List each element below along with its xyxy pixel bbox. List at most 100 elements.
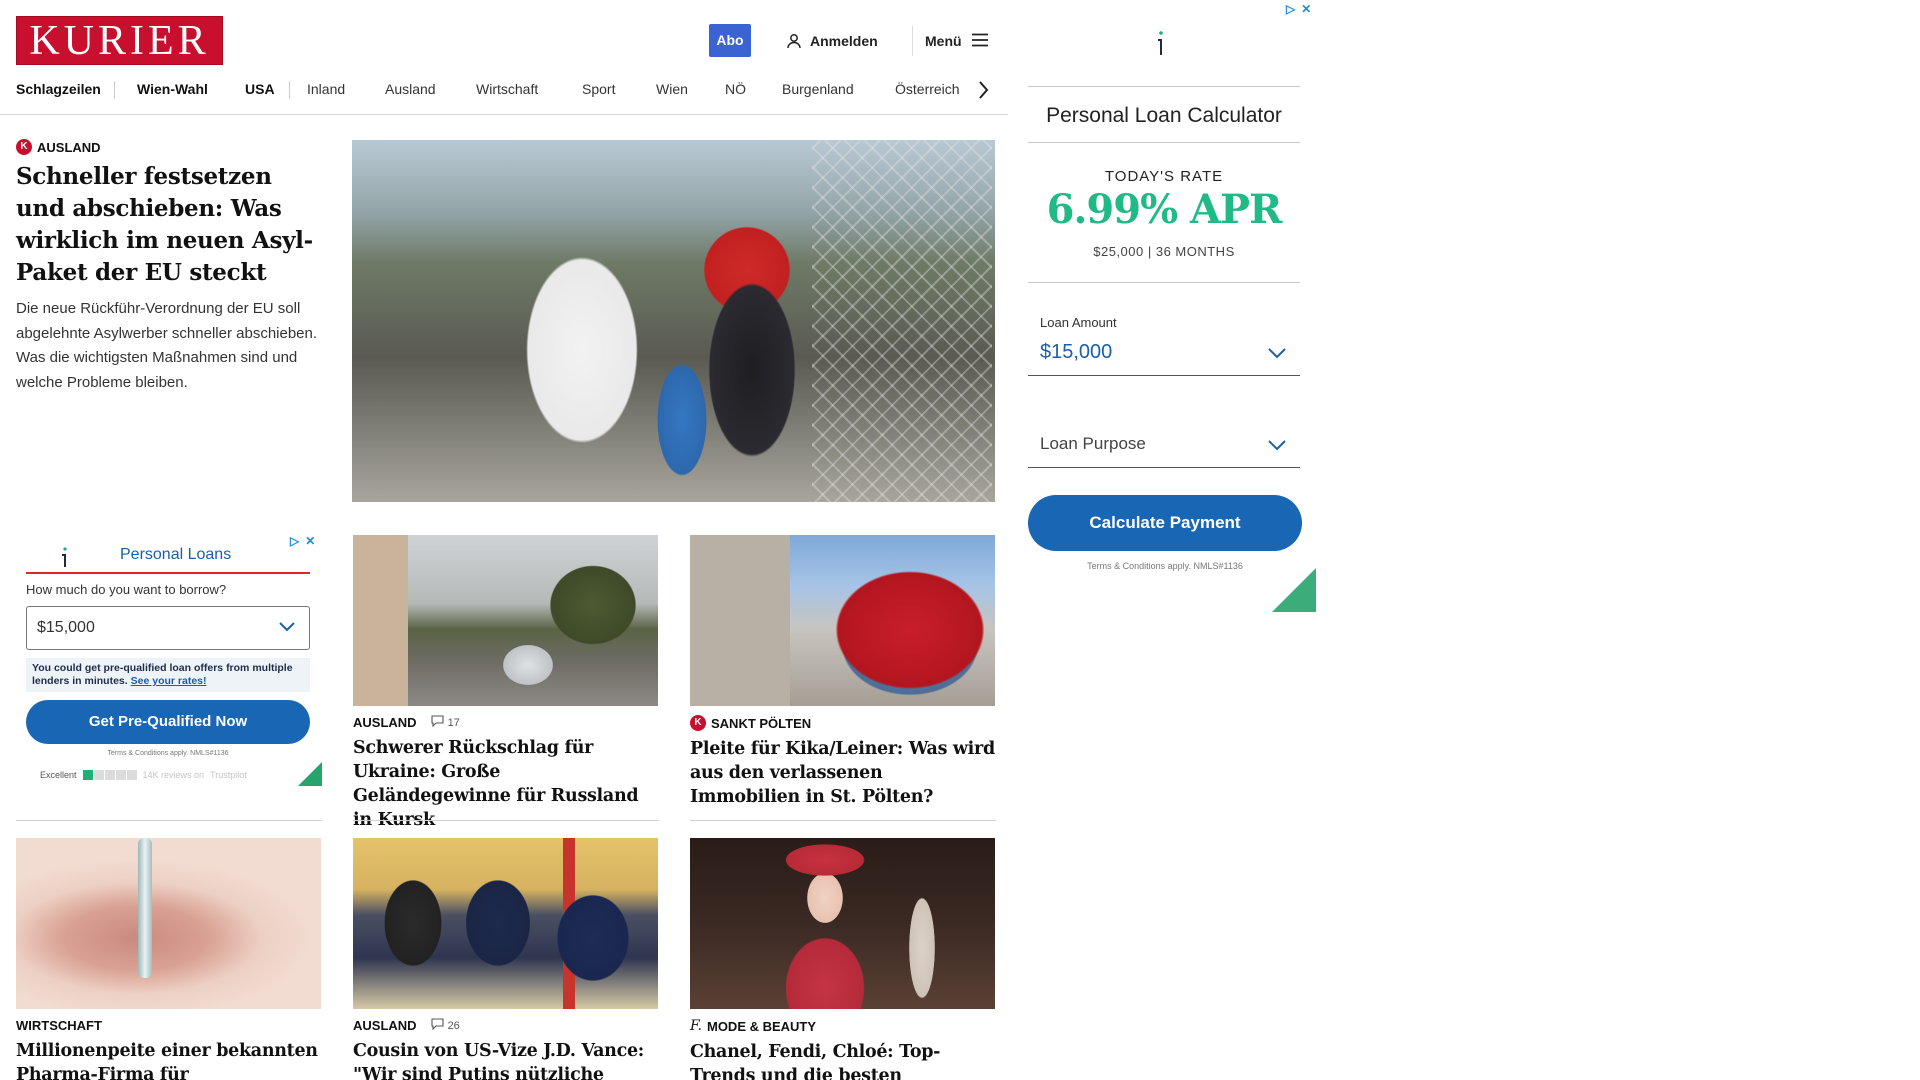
trustpilot-brand: Trustpilot	[210, 770, 247, 780]
loan-amount-label: Loan Amount	[1040, 315, 1117, 330]
article-image[interactable]	[353, 535, 658, 706]
apr-terms: $25,000 | 36 MONTHS	[1093, 244, 1235, 259]
article-card[interactable]: f. MODE & BEAUTY Chanel, Fendi, Chloé: T…	[690, 838, 995, 1080]
menu-button[interactable]: Menü	[925, 30, 988, 52]
article-section: WIRTSCHAFT	[16, 1018, 102, 1033]
comment-count[interactable]: 26	[431, 1018, 460, 1033]
kurier-badge-icon: K	[16, 139, 32, 155]
nav-item-sport[interactable]: Sport	[582, 81, 615, 97]
article-meta: K SANKT PÖLTEN	[690, 715, 995, 731]
nav-divider	[114, 81, 115, 99]
lead-section-label: AUSLAND	[37, 139, 101, 155]
rating-stars-icon	[82, 770, 137, 780]
nav-item-burgenland[interactable]: Burgenland	[782, 81, 854, 97]
ad-inline-divider	[26, 572, 310, 574]
ad-choices-icon[interactable]: ▷	[290, 534, 299, 548]
chevron-down-icon[interactable]	[1268, 346, 1286, 364]
user-icon	[786, 33, 802, 49]
ad-side-divider	[1028, 282, 1300, 283]
nav-item-wien[interactable]: Wien	[656, 81, 688, 97]
ad-inline-terms: Terms & Conditions apply. NMLS#1136	[107, 750, 229, 757]
sidebar-loan-calculator-ad[interactable]: ▷ ✕ Personal Loan Calculator TODAY'S RAT…	[1010, 0, 1316, 612]
calculate-payment-button[interactable]: Calculate Payment	[1028, 495, 1302, 551]
nav-item-oesterreich[interactable]: Österreich	[895, 81, 960, 97]
reviews-count: 14K reviews on	[142, 770, 205, 780]
loan-amount-select[interactable]: $15,000	[1040, 341, 1112, 364]
close-icon[interactable]: ✕	[305, 534, 315, 548]
lead-article[interactable]: K AUSLAND Schneller festsetzen und absch…	[16, 139, 321, 395]
get-prequalified-button[interactable]: Get Pre-Qualified Now	[26, 700, 310, 744]
comment-count-value: 26	[447, 1019, 460, 1032]
advertiser-logo-icon	[60, 546, 70, 573]
article-card[interactable]: WIRTSCHAFT Millionenpeite einer bekannte…	[16, 838, 321, 1080]
inline-loan-ad[interactable]: Personal Loans ▷ ✕ How much do you want …	[16, 528, 322, 790]
article-card[interactable]: AUSLAND 17 Schwerer Rückschlag für Ukrai…	[353, 535, 658, 832]
ad-side-title: Personal Loan Calculator	[1046, 104, 1282, 127]
ad-corner-mark	[298, 762, 322, 786]
loan-purpose-select[interactable]: Loan Purpose	[1040, 434, 1146, 454]
article-section: MODE & BEAUTY	[706, 1018, 817, 1034]
article-headline[interactable]: Schwerer Rückschlag für Ukraine: Große G…	[353, 736, 658, 832]
ad-choices-icon[interactable]: ▷	[1286, 2, 1295, 16]
site-header: KURIER Abo Anmelden Menü	[0, 0, 1010, 65]
freizeit-icon: f.	[690, 1018, 702, 1034]
nav-item-ausland[interactable]: Ausland	[385, 81, 436, 97]
article-headline[interactable]: Pleite für Kika/Leiner: Was wird aus den…	[690, 737, 995, 809]
article-section: AUSLAND	[353, 1018, 417, 1033]
card-divider	[16, 820, 322, 821]
chevron-down-icon[interactable]	[1268, 438, 1286, 456]
nav-item-wirtschaft[interactable]: Wirtschaft	[476, 81, 538, 97]
article-section-tag: f. MODE & BEAUTY	[690, 1018, 816, 1034]
article-image[interactable]	[353, 838, 658, 1009]
lead-section-tag: K AUSLAND	[16, 139, 321, 155]
article-section: AUSLAND	[353, 715, 417, 730]
nav-item-usa[interactable]: USA	[245, 81, 275, 97]
article-headline[interactable]: Cousin von US-Vize J.D. Vance: "Wir sind…	[353, 1039, 658, 1080]
article-card[interactable]: AUSLAND 26 Cousin von US-Vize J.D. Vance…	[353, 838, 658, 1080]
abo-button[interactable]: Abo	[709, 24, 751, 57]
article-section: SANKT PÖLTEN	[711, 715, 812, 731]
nav-item-schlagzeilen[interactable]: Schlagzeilen	[16, 81, 101, 97]
article-headline[interactable]: Chanel, Fendi, Chloé: Top-Trends und die…	[690, 1040, 995, 1080]
see-rates-link[interactable]: See your rates!	[131, 675, 207, 687]
comment-icon	[431, 1018, 444, 1033]
lead-teaser: Die neue Rückführ-Verordnung der EU soll…	[16, 300, 318, 391]
ad-inline-question: How much do you want to borrow?	[26, 582, 227, 597]
article-meta: WIRTSCHAFT	[16, 1018, 321, 1033]
chevron-down-icon	[279, 619, 295, 637]
comment-count-value: 17	[447, 716, 460, 729]
ad-inline-note: You could get pre-qualified loan offers …	[26, 658, 310, 692]
menu-divider	[912, 26, 913, 56]
lead-image[interactable]	[352, 140, 995, 502]
borrow-amount-value: $15,000	[37, 619, 95, 636]
article-card[interactable]: K SANKT PÖLTEN Pleite für Kika/Leiner: W…	[690, 535, 995, 809]
comment-icon	[431, 715, 444, 730]
close-icon[interactable]: ✕	[1301, 2, 1311, 16]
article-meta: AUSLAND 26	[353, 1018, 658, 1033]
nav-item-noe[interactable]: NÖ	[725, 81, 746, 97]
section-nav: Schlagzeilen Wien-Wahl USA Inland Auslan…	[0, 75, 1008, 115]
article-image[interactable]	[690, 535, 995, 706]
ad-choices-controls[interactable]: ▷ ✕	[1286, 2, 1311, 16]
chevron-right-icon[interactable]	[977, 79, 991, 106]
article-meta: AUSLAND 17	[353, 715, 658, 730]
advertiser-logo-icon	[1156, 30, 1166, 61]
article-headline[interactable]: Millionenpeite einer bekannten Pharma-Fi…	[16, 1039, 321, 1080]
kurier-badge-icon: K	[690, 715, 706, 731]
article-section-tag: K SANKT PÖLTEN	[690, 715, 811, 731]
card-divider	[690, 820, 996, 821]
article-image[interactable]	[690, 838, 995, 1009]
borrow-amount-select[interactable]: $15,000	[26, 606, 310, 650]
loan-amount-underline	[1028, 375, 1300, 376]
article-image[interactable]	[16, 838, 321, 1009]
comment-count[interactable]: 17	[431, 715, 460, 730]
rating-label: Excellent	[40, 770, 77, 780]
nav-item-wien-wahl[interactable]: Wien-Wahl	[137, 81, 208, 97]
lead-headline[interactable]: Schneller festsetzen und abschieben: Was…	[16, 161, 321, 289]
trustpilot-rating: Excellent 14K reviews on Trustpilot	[40, 770, 247, 780]
login-button[interactable]: Anmelden	[786, 30, 878, 52]
kurier-logo[interactable]: KURIER	[16, 16, 223, 65]
nav-item-inland[interactable]: Inland	[307, 81, 345, 97]
ad-corner-mark	[1272, 568, 1316, 612]
ad-choices-controls[interactable]: ▷ ✕	[290, 534, 315, 548]
